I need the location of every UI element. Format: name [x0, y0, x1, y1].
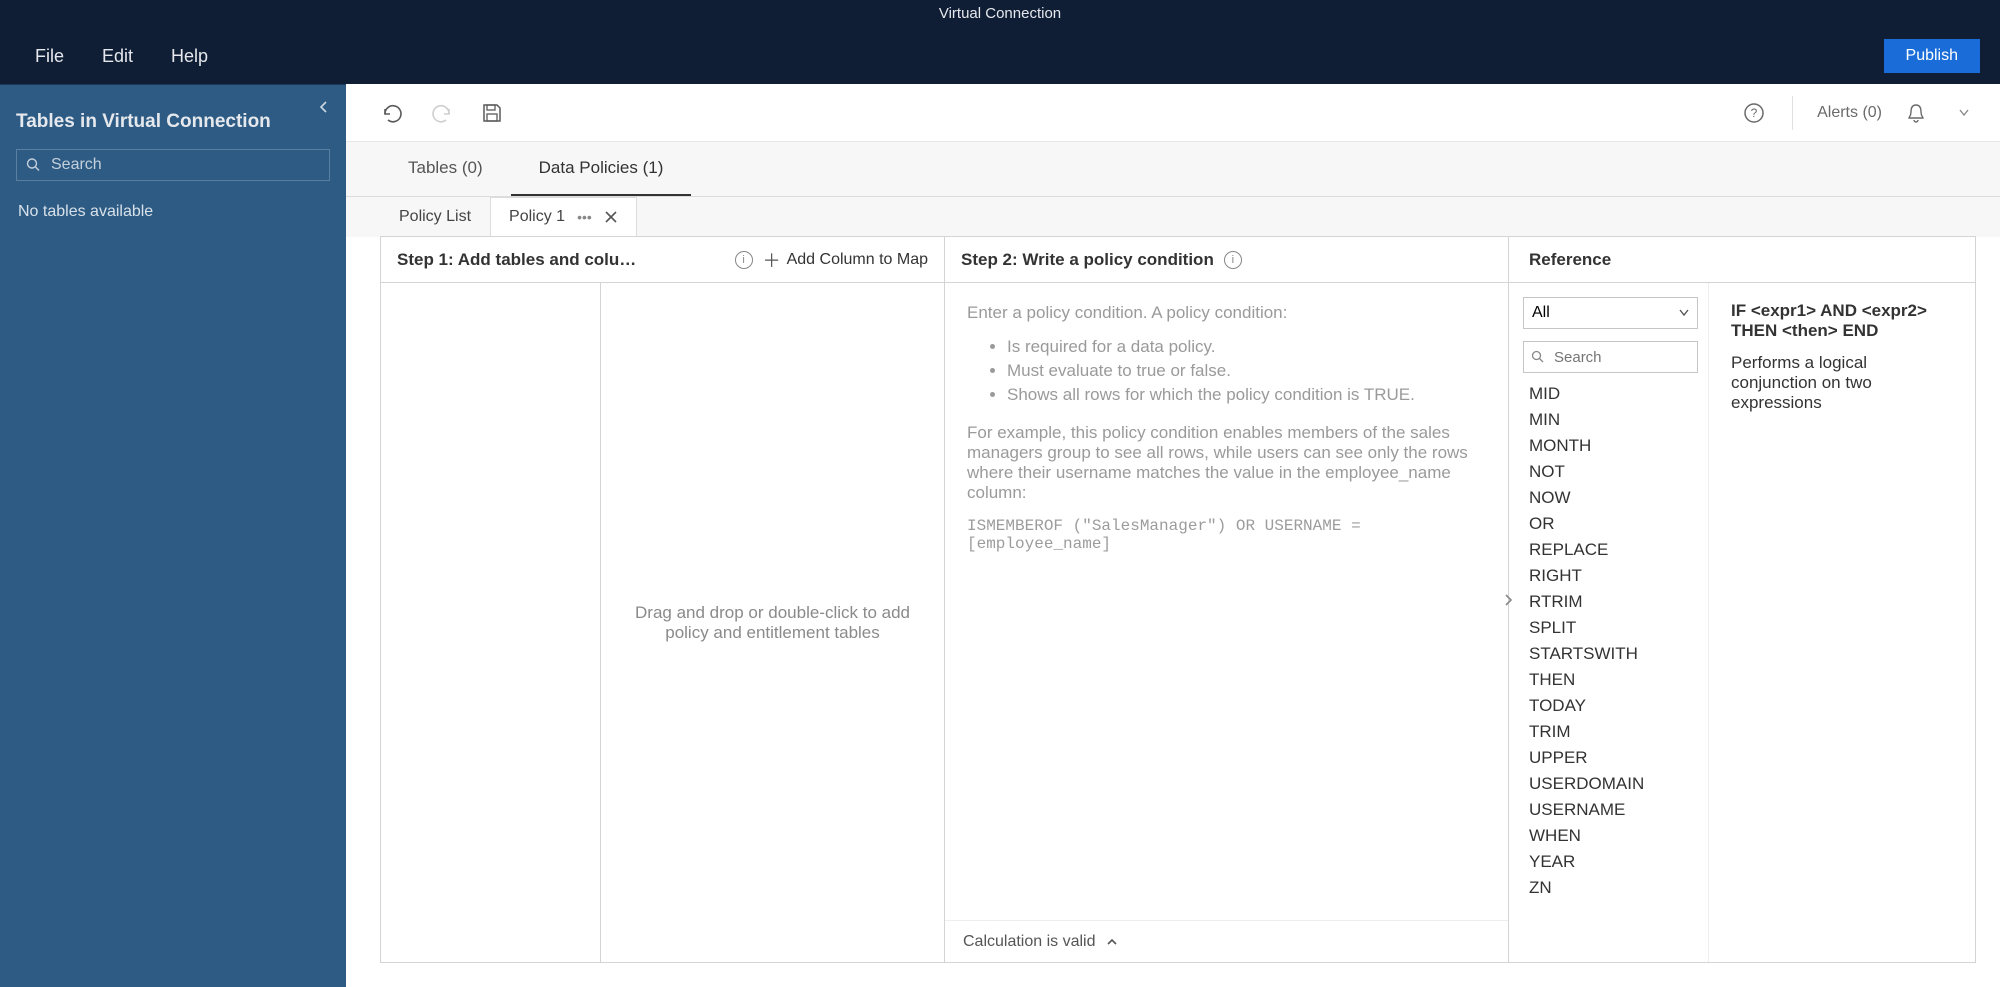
undo-button[interactable]	[378, 99, 406, 127]
step2-bullet: Must evaluate to true or false.	[1007, 361, 1486, 381]
policy-subtabs: Policy List Policy 1 •••	[346, 197, 2000, 237]
reference-function-item[interactable]: MID	[1523, 381, 1698, 407]
step2-panel: Step 2: Write a policy condition i Enter…	[945, 237, 1509, 962]
reference-function-item[interactable]: STARTSWITH	[1523, 641, 1698, 667]
reference-function-list[interactable]: MIDMINMONTHNOTNOWORREPLACERIGHTRTRIMSPLI…	[1523, 381, 1698, 952]
add-column-button[interactable]: ＋ Add Column to Map	[763, 247, 928, 273]
step1-panel: Step 1: Add tables and colu… i ＋ Add Col…	[381, 237, 945, 962]
action-toolbar: ? Alerts (0)	[346, 84, 2000, 142]
svg-text:?: ?	[1751, 106, 1758, 120]
calculation-status-bar[interactable]: Calculation is valid	[945, 920, 1508, 962]
reference-function-item[interactable]: NOW	[1523, 485, 1698, 511]
panel-expand-handle[interactable]	[1496, 588, 1520, 612]
info-icon[interactable]: i	[735, 251, 753, 269]
step1-title: Step 1: Add tables and colu…	[397, 250, 725, 270]
search-icon	[1531, 350, 1545, 364]
step2-bullet-list: Is required for a data policy. Must eval…	[1007, 337, 1486, 405]
reference-function-item[interactable]: WHEN	[1523, 823, 1698, 849]
step1-drop-hint[interactable]: Drag and drop or double-click to add pol…	[601, 283, 944, 962]
reference-function-item[interactable]: TRIM	[1523, 719, 1698, 745]
notifications-dropdown-icon[interactable]	[1950, 99, 1978, 127]
sidebar-empty-message: No tables available	[0, 193, 346, 231]
reference-function-item[interactable]: RTRIM	[1523, 589, 1698, 615]
tab-tables[interactable]: Tables (0)	[380, 142, 511, 196]
add-column-label: Add Column to Map	[787, 251, 928, 269]
redo-button[interactable]	[428, 99, 456, 127]
reference-function-item[interactable]: MONTH	[1523, 433, 1698, 459]
chevron-up-icon	[1106, 937, 1118, 947]
step2-bullet: Shows all rows for which the policy cond…	[1007, 385, 1486, 405]
reference-title: Reference	[1509, 237, 1975, 283]
reference-function-item[interactable]: TODAY	[1523, 693, 1698, 719]
menu-help[interactable]: Help	[171, 46, 208, 67]
workspace: Step 1: Add tables and colu… i ＋ Add Col…	[380, 236, 1976, 963]
reference-syntax: IF <expr1> AND <expr2> THEN <then> END	[1731, 301, 1953, 341]
info-icon[interactable]: i	[1224, 251, 1242, 269]
reference-function-item[interactable]: RIGHT	[1523, 563, 1698, 589]
sidebar: Tables in Virtual Connection No tables a…	[0, 84, 346, 987]
step2-example-code: ISMEMBEROF ("SalesManager") OR USERNAME …	[967, 517, 1486, 553]
policy-condition-editor[interactable]: Enter a policy condition. A policy condi…	[945, 283, 1508, 920]
menu-edit[interactable]: Edit	[102, 46, 133, 67]
menu-file[interactable]: File	[35, 46, 64, 67]
subtab-menu-icon[interactable]: •••	[577, 209, 592, 225]
content-area: ? Alerts (0) Tables (0) Data Policies (1…	[346, 84, 2000, 987]
notifications-icon[interactable]	[1902, 99, 1930, 127]
reference-function-item[interactable]: USERNAME	[1523, 797, 1698, 823]
top-menu-bar: File Edit Help Publish	[0, 28, 2000, 84]
help-icon[interactable]: ?	[1740, 99, 1768, 127]
sidebar-search-input[interactable]	[16, 149, 330, 181]
reference-panel: Reference All MIDMINMONTH	[1509, 237, 1975, 962]
step1-table-drop-gutter[interactable]	[381, 283, 601, 962]
plus-icon: ＋	[763, 247, 781, 273]
reference-function-item[interactable]: SPLIT	[1523, 615, 1698, 641]
reference-description: Performs a logical conjunction on two ex…	[1731, 353, 1953, 413]
reference-category-select[interactable]: All	[1523, 297, 1698, 329]
reference-function-item[interactable]: USERDOMAIN	[1523, 771, 1698, 797]
reference-function-item[interactable]: YEAR	[1523, 849, 1698, 875]
reference-function-item[interactable]: THEN	[1523, 667, 1698, 693]
search-icon	[26, 158, 41, 173]
reference-function-item[interactable]: OR	[1523, 511, 1698, 537]
reference-function-item[interactable]: NOT	[1523, 459, 1698, 485]
save-button[interactable]	[478, 99, 506, 127]
tab-data-policies[interactable]: Data Policies (1)	[511, 142, 692, 196]
step2-bullet: Is required for a data policy.	[1007, 337, 1486, 357]
step2-hint-intro: Enter a policy condition. A policy condi…	[967, 303, 1486, 323]
main-tabs: Tables (0) Data Policies (1)	[346, 142, 2000, 197]
step2-title: Step 2: Write a policy condition	[961, 250, 1214, 270]
sidebar-collapse-button[interactable]	[312, 95, 336, 119]
calculation-status-label: Calculation is valid	[963, 933, 1096, 951]
subtab-policy-1-label: Policy 1	[509, 208, 565, 226]
reference-function-item[interactable]: REPLACE	[1523, 537, 1698, 563]
alerts-label[interactable]: Alerts (0)	[1817, 104, 1882, 122]
reference-function-item[interactable]: MIN	[1523, 407, 1698, 433]
step2-example-text: For example, this policy condition enabl…	[967, 423, 1486, 503]
publish-button[interactable]: Publish	[1884, 39, 1980, 73]
subtab-policy-1[interactable]: Policy 1 •••	[490, 197, 637, 237]
reference-function-item[interactable]: ZN	[1523, 875, 1698, 901]
sidebar-title: Tables in Virtual Connection	[0, 85, 346, 145]
reference-select-value: All	[1532, 304, 1550, 322]
reference-search-input[interactable]	[1523, 341, 1698, 373]
window-title: Virtual Connection	[0, 0, 2000, 28]
subtab-policy-list[interactable]: Policy List	[380, 197, 490, 237]
reference-function-item[interactable]: UPPER	[1523, 745, 1698, 771]
close-icon[interactable]	[604, 210, 618, 224]
chevron-down-icon	[1679, 309, 1689, 317]
